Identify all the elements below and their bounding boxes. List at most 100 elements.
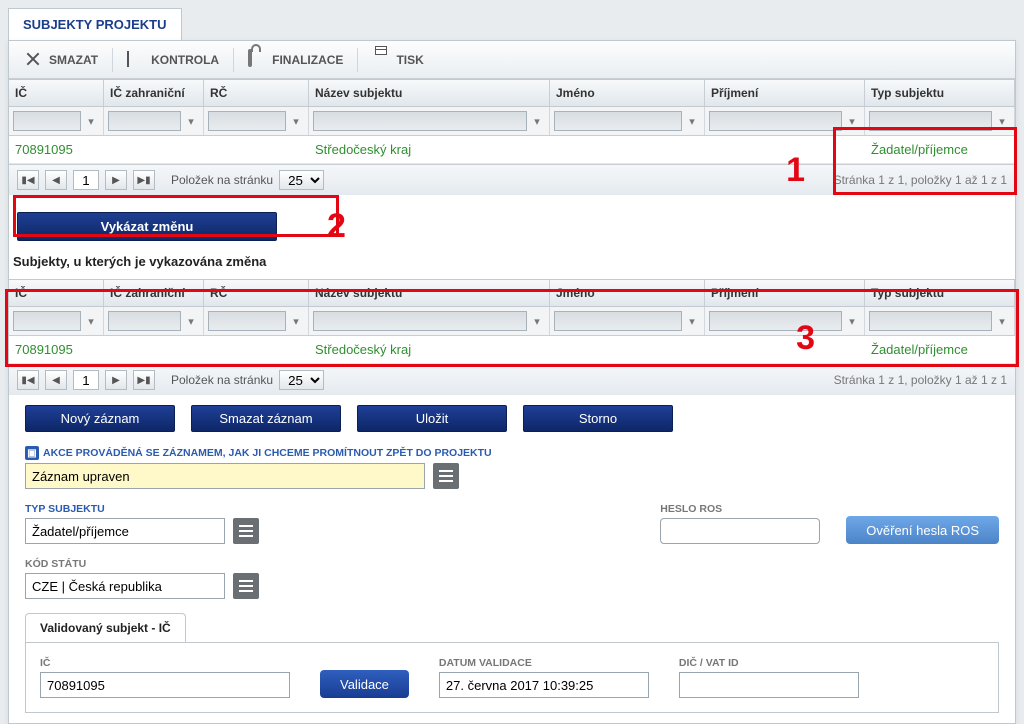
col-header-typ[interactable]: Typ subjektu — [865, 80, 1015, 106]
col-header-typ[interactable]: Typ subjektu — [865, 280, 1015, 306]
separator — [233, 48, 234, 72]
pager-size-select[interactable]: 25 — [279, 170, 324, 190]
toolbar: SMAZAT KONTROLA FINALIZACE TISK — [9, 41, 1015, 79]
required-indicator-icon: ▣ — [25, 446, 39, 460]
cell-ic: 70891095 — [9, 136, 104, 163]
check-icon — [127, 51, 145, 69]
funnel-icon[interactable]: ▾ — [83, 111, 99, 131]
cell-typ: Žadatel/příjemce — [865, 336, 1015, 363]
col-header-nazev[interactable]: Název subjektu — [309, 280, 550, 306]
cell-prijmeni — [705, 136, 865, 163]
col-header-ic[interactable]: IČ — [9, 280, 104, 306]
pager-next-button[interactable]: ▶ — [105, 170, 127, 190]
pager-summary: Stránka 1 z 1, položky 1 až 1 z 1 — [834, 173, 1007, 187]
ic-input[interactable] — [40, 672, 290, 698]
validace-button[interactable]: Validace — [320, 670, 409, 698]
typ-subjektu-input[interactable] — [25, 518, 225, 544]
tab-subjekty-projektu[interactable]: SUBJEKTY PROJEKTU — [8, 8, 182, 40]
pager: ▮◀ ◀ ▶ ▶▮ Položek na stránku 25 Stránka … — [9, 364, 1015, 395]
col-header-nazev[interactable]: Název subjektu — [309, 80, 550, 106]
list-picker-icon[interactable] — [233, 573, 259, 599]
col-header-rc[interactable]: RČ — [204, 80, 309, 106]
table-row[interactable]: 70891095 Středočeský kraj Žadatel/příjem… — [9, 336, 1015, 364]
filter-nazev[interactable] — [313, 311, 527, 331]
novy-zaznam-button[interactable]: Nový záznam — [25, 405, 175, 432]
dic-input[interactable] — [679, 672, 859, 698]
funnel-icon[interactable]: ▾ — [684, 311, 700, 331]
filter-prijmeni[interactable] — [709, 111, 842, 131]
toolbar-kontrola[interactable]: KONTROLA — [117, 47, 229, 73]
filter-ic-zahranicni[interactable] — [108, 311, 181, 331]
toolbar-smazat[interactable]: SMAZAT — [15, 47, 108, 73]
col-header-jmeno[interactable]: Jméno — [550, 80, 705, 106]
cell-typ: Žadatel/příjemce — [865, 136, 1015, 163]
vykazat-zmenu-button[interactable]: Vykázat změnu — [17, 212, 277, 241]
pager-size-select[interactable]: 25 — [279, 370, 324, 390]
overeni-hesla-ros-button[interactable]: Ověření hesla ROS — [846, 516, 999, 544]
filter-typ[interactable] — [869, 111, 992, 131]
kod-statu-input[interactable] — [25, 573, 225, 599]
col-header-prijmeni[interactable]: Příjmení — [705, 280, 865, 306]
funnel-icon[interactable]: ▾ — [288, 111, 304, 131]
pager-prev-button[interactable]: ◀ — [45, 170, 67, 190]
col-header-rc[interactable]: RČ — [204, 280, 309, 306]
pager-page-input[interactable] — [73, 370, 99, 390]
pager-last-button[interactable]: ▶▮ — [133, 370, 155, 390]
filter-jmeno[interactable] — [554, 311, 682, 331]
funnel-icon[interactable]: ▾ — [183, 311, 199, 331]
funnel-icon[interactable]: ▾ — [529, 111, 545, 131]
funnel-icon[interactable]: ▾ — [529, 311, 545, 331]
filter-nazev[interactable] — [313, 111, 527, 131]
col-header-ic-zahranicni[interactable]: IČ zahraniční — [104, 80, 204, 106]
funnel-icon[interactable]: ▾ — [844, 311, 860, 331]
pager-summary: Stránka 1 z 1, položky 1 až 1 z 1 — [834, 373, 1007, 387]
col-header-prijmeni[interactable]: Příjmení — [705, 80, 865, 106]
separator — [112, 48, 113, 72]
tab-validovany-subjekt[interactable]: Validovaný subjekt - IČ — [25, 613, 186, 642]
list-picker-icon[interactable] — [233, 518, 259, 544]
pager-next-button[interactable]: ▶ — [105, 370, 127, 390]
filter-ic[interactable] — [13, 311, 81, 331]
pager-size-label: Položek na stránku — [171, 173, 273, 187]
funnel-icon[interactable]: ▾ — [994, 111, 1010, 131]
cell-prijmeni — [705, 336, 865, 363]
pager-size-label: Položek na stránku — [171, 373, 273, 387]
toolbar-finalizace[interactable]: FINALIZACE — [238, 47, 353, 73]
smazat-zaznam-button[interactable]: Smazat záznam — [191, 405, 341, 432]
funnel-icon[interactable]: ▾ — [994, 311, 1010, 331]
pager-page-input[interactable] — [73, 170, 99, 190]
ulozit-button[interactable]: Uložit — [357, 405, 507, 432]
funnel-icon[interactable]: ▾ — [83, 311, 99, 331]
filter-rc[interactable] — [208, 111, 286, 131]
cell-rc — [204, 336, 309, 363]
akce-label: ▣ AKCE PROVÁDĚNÁ SE ZÁZNAMEM, JAK JI CHC… — [25, 446, 492, 460]
toolbar-finalizace-label: FINALIZACE — [272, 53, 343, 67]
datum-validace-input[interactable] — [439, 672, 649, 698]
list-picker-icon[interactable] — [433, 463, 459, 489]
col-header-ic[interactable]: IČ — [9, 80, 104, 106]
filter-jmeno[interactable] — [554, 111, 682, 131]
heslo-ros-input[interactable] — [660, 518, 820, 544]
filter-ic-zahranicni[interactable] — [108, 111, 181, 131]
pager-last-button[interactable]: ▶▮ — [133, 170, 155, 190]
cell-jmeno — [550, 136, 705, 163]
funnel-icon[interactable]: ▾ — [844, 111, 860, 131]
col-header-jmeno[interactable]: Jméno — [550, 280, 705, 306]
filter-prijmeni[interactable] — [709, 311, 842, 331]
akce-input[interactable] — [25, 463, 425, 489]
col-header-ic-zahranicni[interactable]: IČ zahraniční — [104, 280, 204, 306]
kod-statu-label: KÓD STÁTU — [25, 558, 259, 570]
filter-ic[interactable] — [13, 111, 81, 131]
cell-ic-zahranicni — [104, 136, 204, 163]
pager-prev-button[interactable]: ◀ — [45, 370, 67, 390]
storno-button[interactable]: Storno — [523, 405, 673, 432]
toolbar-tisk[interactable]: TISK — [362, 47, 433, 73]
funnel-icon[interactable]: ▾ — [183, 111, 199, 131]
pager-first-button[interactable]: ▮◀ — [17, 370, 39, 390]
pager-first-button[interactable]: ▮◀ — [17, 170, 39, 190]
table-row[interactable]: 70891095 Středočeský kraj Žadatel/příjem… — [9, 136, 1015, 164]
funnel-icon[interactable]: ▾ — [288, 311, 304, 331]
filter-typ[interactable] — [869, 311, 992, 331]
funnel-icon[interactable]: ▾ — [684, 111, 700, 131]
filter-rc[interactable] — [208, 311, 286, 331]
